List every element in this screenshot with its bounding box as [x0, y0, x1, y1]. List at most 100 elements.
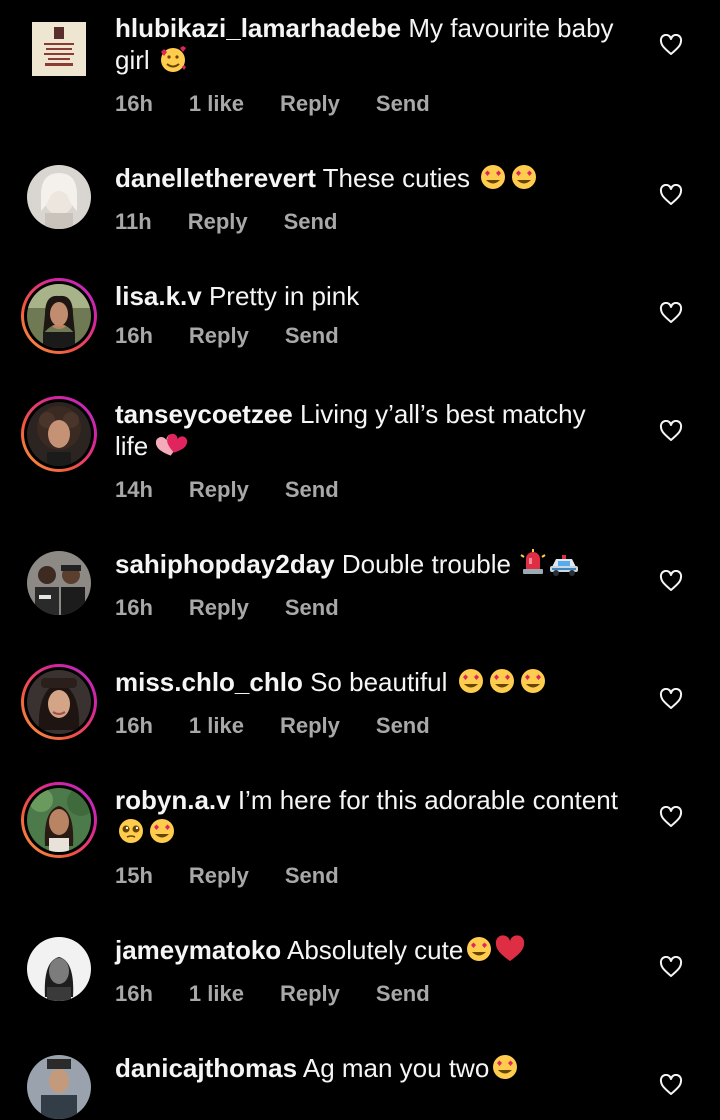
red-heart-icon [495, 935, 525, 970]
send-button[interactable]: Send [285, 476, 339, 504]
comment-text: miss.chlo_chlo So beautiful [115, 666, 635, 702]
comment-time: 16h [115, 981, 153, 1006]
comment-body: I’m here for this adorable content [237, 785, 618, 815]
like-heart-icon[interactable] [659, 302, 683, 324]
profile-photo [27, 670, 91, 734]
comment-body: Living y’all’s best matchy [300, 399, 586, 429]
book-cover-avatar [32, 22, 86, 76]
like-heart-icon[interactable] [659, 806, 683, 828]
profile-photo [27, 1055, 91, 1119]
avatar-story-ring[interactable] [21, 396, 97, 472]
avatar-story-ring[interactable] [21, 782, 97, 858]
like-heart-icon[interactable] [659, 956, 683, 978]
comment-username[interactable]: robyn.a.v [115, 785, 231, 815]
comment-username[interactable]: jameymatoko [115, 935, 281, 965]
comment-username[interactable]: sahiphopday2day [115, 549, 335, 579]
comment-body: Absolutely cute [286, 935, 464, 965]
heart-eyes-icon [147, 817, 177, 852]
like-heart-icon[interactable] [659, 1074, 683, 1096]
send-button[interactable]: Send [285, 862, 339, 890]
reply-button[interactable]: Reply [280, 90, 340, 118]
reply-button[interactable]: Reply [280, 980, 340, 1008]
reply-button[interactable]: Reply [189, 594, 249, 622]
two-hearts-icon [156, 431, 188, 466]
send-button[interactable]: Send [285, 594, 339, 622]
comment-body-line2: girl [115, 45, 150, 75]
comment-body: My favourite baby [408, 13, 614, 43]
comment-time: 16h [115, 323, 153, 348]
comment-username[interactable]: danelletherevert [115, 163, 316, 193]
reply-button[interactable]: Reply [189, 476, 249, 504]
send-button[interactable]: Send [376, 980, 430, 1008]
comment-likes[interactable]: 1 like [189, 712, 244, 740]
avatar-story-ring[interactable] [21, 278, 97, 354]
profile-photo [27, 284, 91, 348]
reply-button[interactable]: Reply [188, 208, 248, 236]
comment-text: hlubikazi_lamarhadebe My favourite baby … [115, 12, 635, 80]
comment-username[interactable]: danicajthomas [115, 1053, 297, 1083]
heart-eyes-icon [478, 163, 508, 198]
reply-button[interactable]: Reply [189, 862, 249, 890]
comment-body: These cuties [322, 163, 471, 193]
comment-time: 15h [115, 863, 153, 888]
avatar[interactable] [26, 936, 92, 1002]
comment-body-line2: life [115, 431, 149, 461]
send-button[interactable]: Send [285, 322, 339, 350]
comment-meta: 11h Reply Send [115, 208, 635, 236]
comment-username[interactable]: tanseycoetzee [115, 399, 293, 429]
heart-eyes-icon [464, 935, 494, 970]
like-heart-icon[interactable] [659, 34, 683, 56]
comment-text: tanseycoetzee Living y’all’s best matchy… [115, 398, 635, 466]
avatar[interactable] [26, 1054, 92, 1120]
avatar-story-ring[interactable] [21, 664, 97, 740]
comment-meta: 14h Reply Send [115, 476, 635, 504]
comment-time: 16h [115, 595, 153, 620]
avatar[interactable] [26, 164, 92, 230]
avatar[interactable] [26, 550, 92, 616]
send-button[interactable]: Send [376, 90, 430, 118]
smiling-face-with-hearts-icon [158, 45, 188, 80]
comment-likes[interactable]: 1 like [189, 980, 244, 1008]
comment-time: 14h [115, 477, 153, 502]
like-heart-icon[interactable] [659, 688, 683, 710]
heart-eyes-icon [518, 667, 548, 702]
heart-eyes-icon [487, 667, 517, 702]
comment-text: sahiphopday2day Double trouble [115, 548, 635, 584]
comment-meta: 16h Reply Send [115, 322, 635, 350]
comment-body: Ag man you two [302, 1053, 490, 1083]
comment-time: 16h [115, 91, 153, 116]
send-button[interactable]: Send [284, 208, 338, 236]
profile-photo [27, 788, 91, 852]
like-heart-icon[interactable] [659, 570, 683, 592]
comment-username[interactable]: hlubikazi_lamarhadebe [115, 13, 401, 43]
police-car-icon [548, 549, 580, 584]
comment-body: Double trouble [341, 549, 511, 579]
avatar[interactable] [26, 16, 92, 82]
comment-text: robyn.a.v I’m here for this adorable con… [115, 784, 635, 852]
profile-photo [27, 551, 91, 615]
heart-eyes-icon [509, 163, 539, 198]
comment-meta: 16h 1 like Reply Send [115, 712, 635, 740]
comment-likes[interactable]: 1 like [189, 90, 244, 118]
comment-username[interactable]: miss.chlo_chlo [115, 667, 303, 697]
comment-text: danicajthomas Ag man you two [115, 1052, 635, 1088]
comment-text: danelletherevert These cuties [115, 162, 635, 198]
comment-text: jameymatoko Absolutely cute [115, 934, 635, 970]
heart-eyes-icon [490, 1053, 520, 1088]
police-light-icon [519, 549, 547, 584]
comment-text: lisa.k.v Pretty in pink [115, 280, 635, 312]
reply-button[interactable]: Reply [189, 322, 249, 350]
comment-time: 11h [115, 209, 152, 234]
like-heart-icon[interactable] [659, 184, 683, 206]
reply-button[interactable]: Reply [280, 712, 340, 740]
profile-photo [27, 165, 91, 229]
comment-meta: 16h Reply Send [115, 594, 635, 622]
pleading-face-icon [116, 817, 146, 852]
send-button[interactable]: Send [376, 712, 430, 740]
comment-body: Pretty in pink [208, 281, 360, 311]
comment-username[interactable]: lisa.k.v [115, 281, 202, 311]
comment-meta: 16h 1 like Reply Send [115, 980, 635, 1008]
heart-eyes-icon [456, 667, 486, 702]
comment-body: So beautiful [310, 667, 448, 697]
like-heart-icon[interactable] [659, 420, 683, 442]
